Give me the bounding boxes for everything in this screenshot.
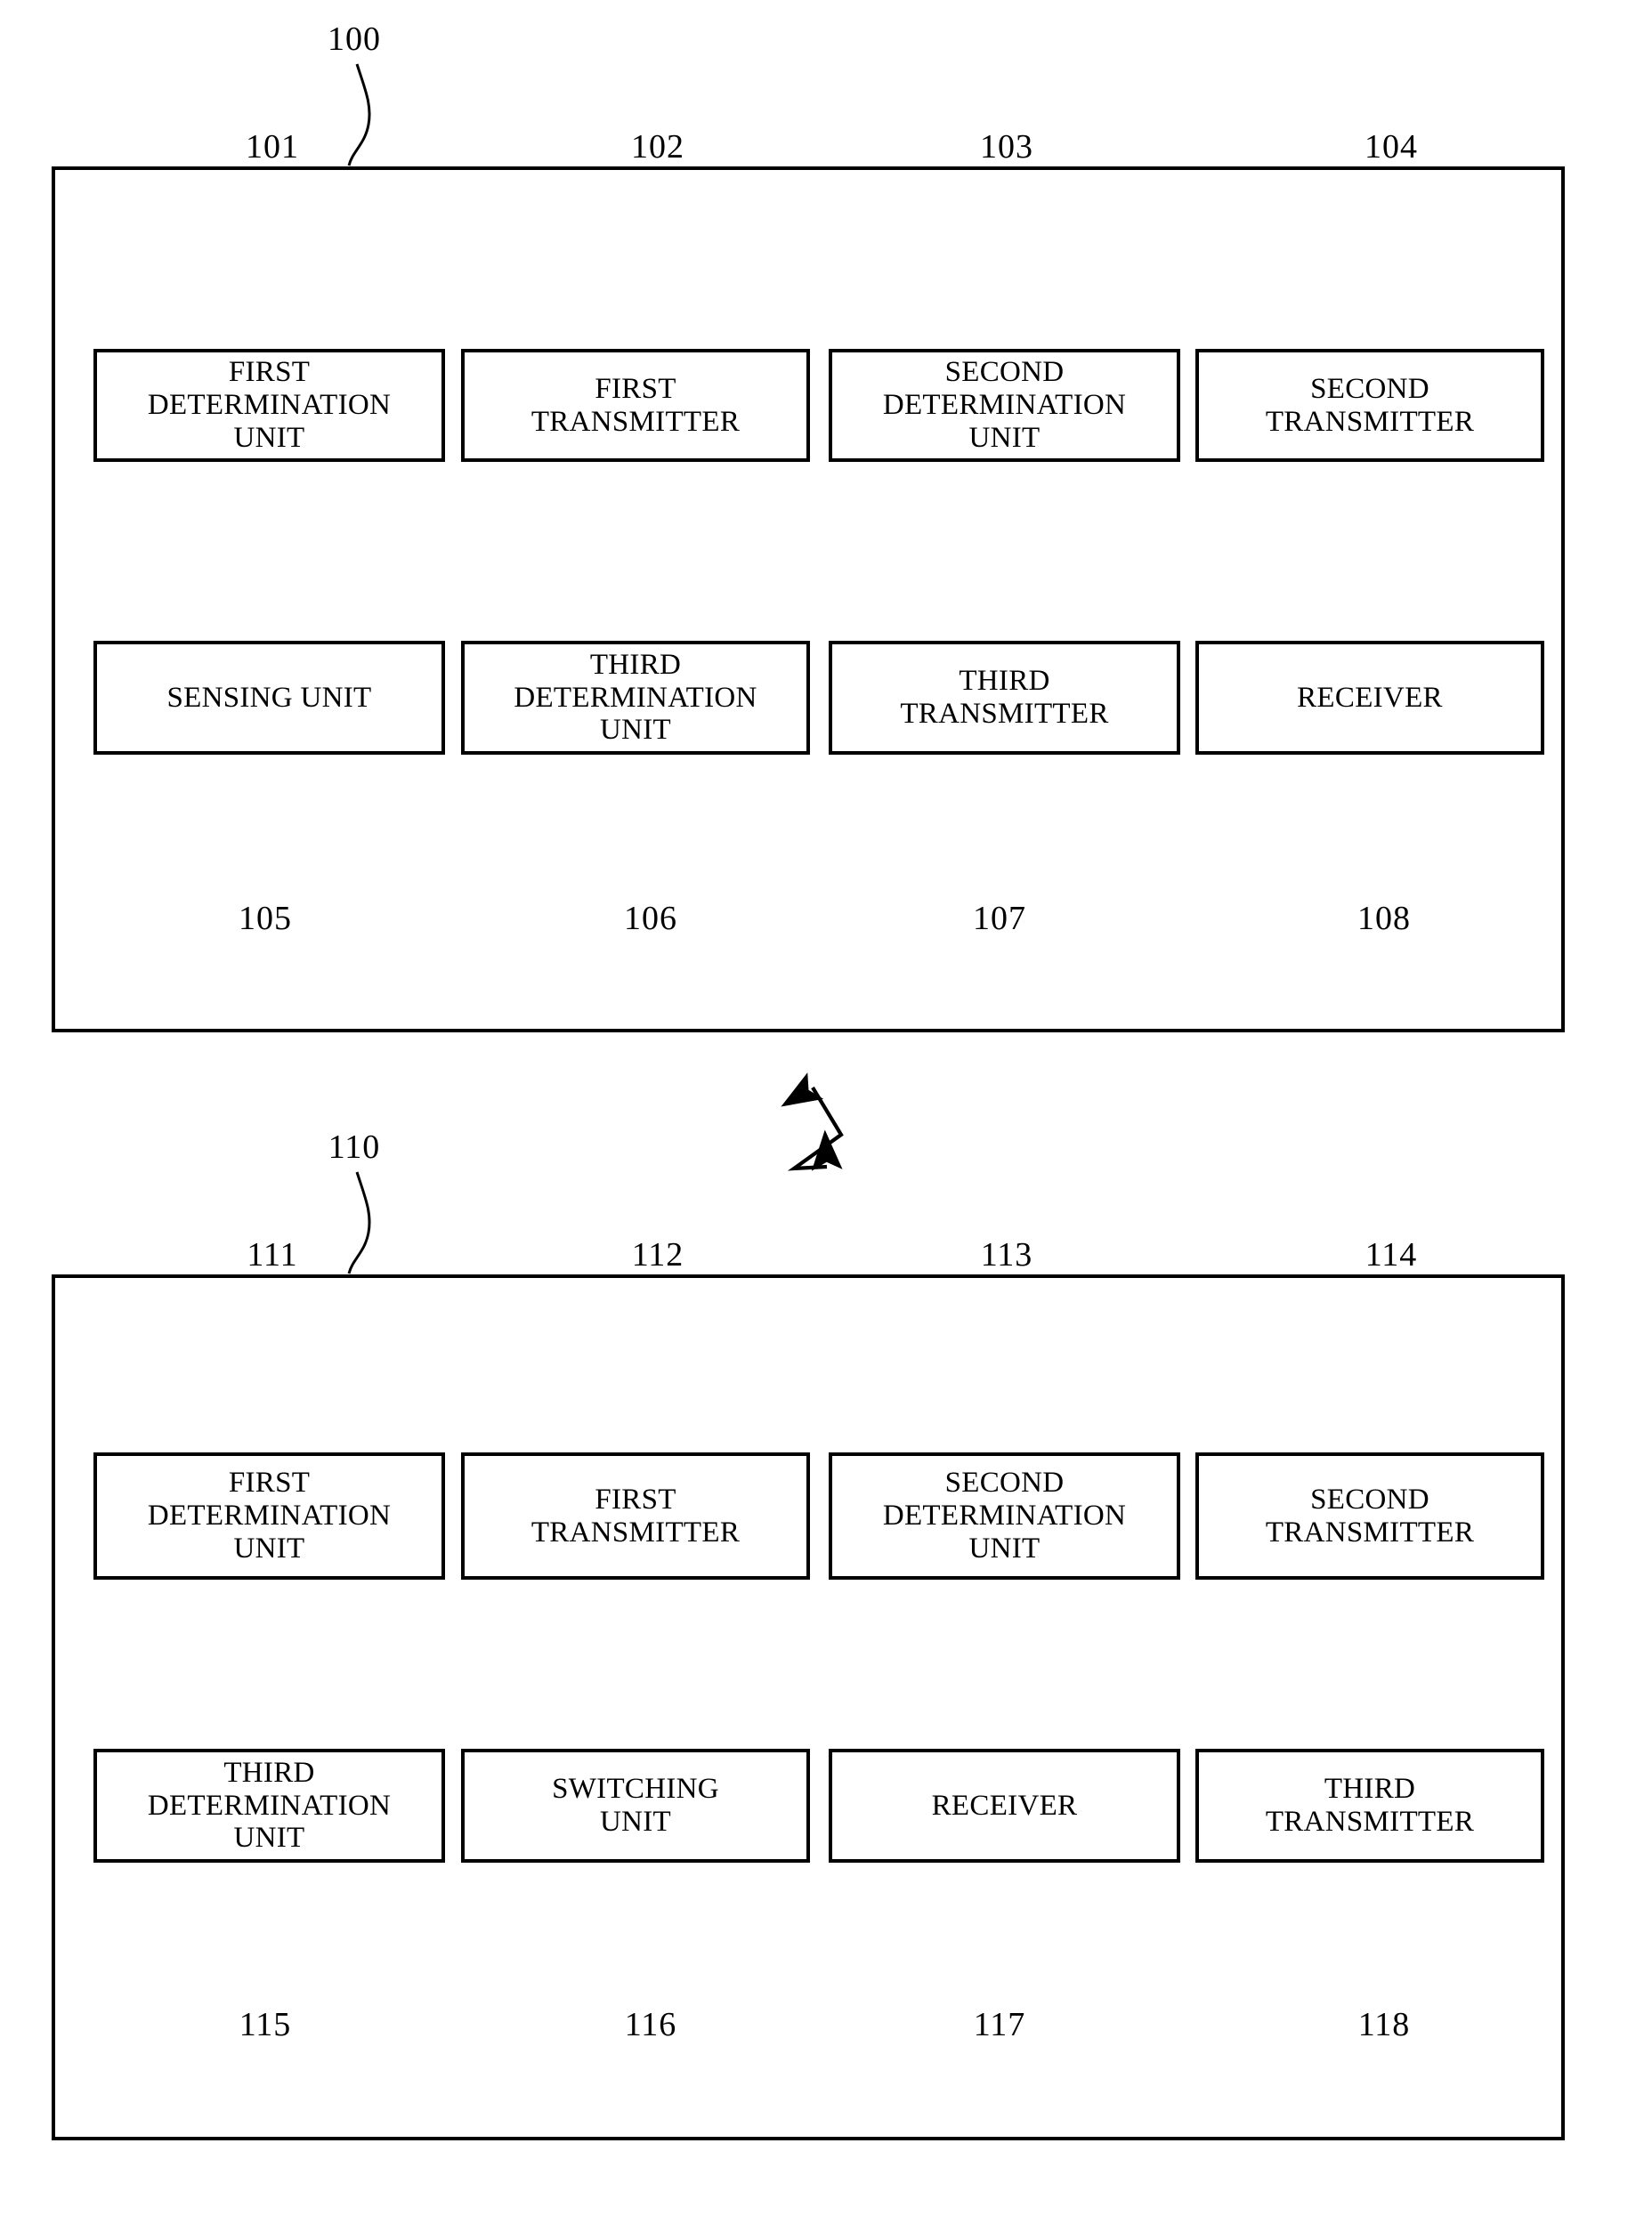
unit-box-label: SECOND TRANSMITTER bbox=[1265, 372, 1475, 438]
ref-numeral-110: 110 bbox=[328, 1128, 381, 1166]
unit-box-label: FIRST TRANSMITTER bbox=[530, 1483, 741, 1549]
unit-box-third-determination-unit-106[interactable]: THIRD DETERMINATION UNIT bbox=[461, 641, 810, 755]
unit-box-label: THIRD TRANSMITTER bbox=[900, 665, 1109, 730]
unit-box-label: THIRD TRANSMITTER bbox=[1265, 1773, 1475, 1838]
unit-box-switching-unit-116[interactable]: SWITCHING UNIT bbox=[461, 1749, 810, 1863]
ref-numeral-102: 102 bbox=[631, 128, 684, 166]
unit-box-first-transmitter-102[interactable]: FIRST TRANSMITTER bbox=[461, 349, 810, 462]
figure-canvas: 100 101 102 103 104 FIRST DETERMINATION … bbox=[0, 0, 1652, 2216]
ref-numeral-112: 112 bbox=[631, 1236, 684, 1274]
unit-box-first-determination-unit-101[interactable]: FIRST DETERMINATION UNIT bbox=[93, 349, 445, 462]
unit-box-second-transmitter-114[interactable]: SECOND TRANSMITTER bbox=[1195, 1452, 1544, 1580]
unit-box-label: SECOND DETERMINATION UNIT bbox=[882, 356, 1127, 454]
ref-numeral-115: 115 bbox=[239, 2006, 292, 2043]
unit-box-label: SWITCHING UNIT bbox=[552, 1773, 719, 1838]
unit-box-second-determination-unit-113[interactable]: SECOND DETERMINATION UNIT bbox=[829, 1452, 1180, 1580]
ref-numeral-101: 101 bbox=[246, 128, 299, 166]
unit-box-second-transmitter-104[interactable]: SECOND TRANSMITTER bbox=[1195, 349, 1544, 462]
ref-numeral-117: 117 bbox=[973, 2006, 1026, 2043]
ref-numeral-106: 106 bbox=[624, 900, 677, 937]
unit-box-label: THIRD DETERMINATION UNIT bbox=[514, 648, 757, 747]
ref-numeral-116: 116 bbox=[624, 2006, 677, 2043]
ref-numeral-118: 118 bbox=[1357, 2006, 1411, 2043]
ref-numeral-113: 113 bbox=[980, 1236, 1033, 1274]
unit-box-receiver-108[interactable]: RECEIVER bbox=[1195, 641, 1544, 755]
unit-box-label: RECEIVER bbox=[1297, 681, 1443, 714]
unit-box-sensing-unit-105[interactable]: SENSING UNIT bbox=[93, 641, 445, 755]
unit-box-label: SECOND TRANSMITTER bbox=[1265, 1483, 1475, 1549]
unit-box-receiver-117[interactable]: RECEIVER bbox=[829, 1749, 1180, 1863]
unit-box-third-transmitter-118[interactable]: THIRD TRANSMITTER bbox=[1195, 1749, 1544, 1863]
ref-numeral-108: 108 bbox=[1357, 900, 1411, 937]
unit-box-third-transmitter-107[interactable]: THIRD TRANSMITTER bbox=[829, 641, 1180, 755]
ref-numeral-111: 111 bbox=[247, 1236, 298, 1274]
unit-box-label: FIRST DETERMINATION UNIT bbox=[147, 1467, 392, 1565]
unit-box-second-determination-unit-103[interactable]: SECOND DETERMINATION UNIT bbox=[829, 349, 1180, 462]
ref-numeral-105: 105 bbox=[239, 900, 292, 937]
unit-box-label: FIRST DETERMINATION UNIT bbox=[147, 356, 392, 454]
unit-box-label: THIRD DETERMINATION UNIT bbox=[147, 1756, 392, 1855]
ref-numeral-114: 114 bbox=[1365, 1236, 1418, 1274]
unit-box-label: RECEIVER bbox=[931, 1789, 1078, 1822]
unit-box-label: SECOND DETERMINATION UNIT bbox=[882, 1467, 1127, 1565]
unit-box-label: SENSING UNIT bbox=[166, 681, 372, 714]
ref-numeral-104: 104 bbox=[1365, 128, 1418, 166]
unit-box-first-determination-unit-111[interactable]: FIRST DETERMINATION UNIT bbox=[93, 1452, 445, 1580]
unit-box-label: FIRST TRANSMITTER bbox=[530, 372, 741, 438]
ref-numeral-100: 100 bbox=[328, 20, 381, 58]
ref-numeral-103: 103 bbox=[980, 128, 1033, 166]
wireless-link-icon bbox=[781, 1072, 844, 1171]
unit-box-first-transmitter-112[interactable]: FIRST TRANSMITTER bbox=[461, 1452, 810, 1580]
ref-numeral-107: 107 bbox=[973, 900, 1026, 937]
unit-box-third-determination-unit-115[interactable]: THIRD DETERMINATION UNIT bbox=[93, 1749, 445, 1863]
